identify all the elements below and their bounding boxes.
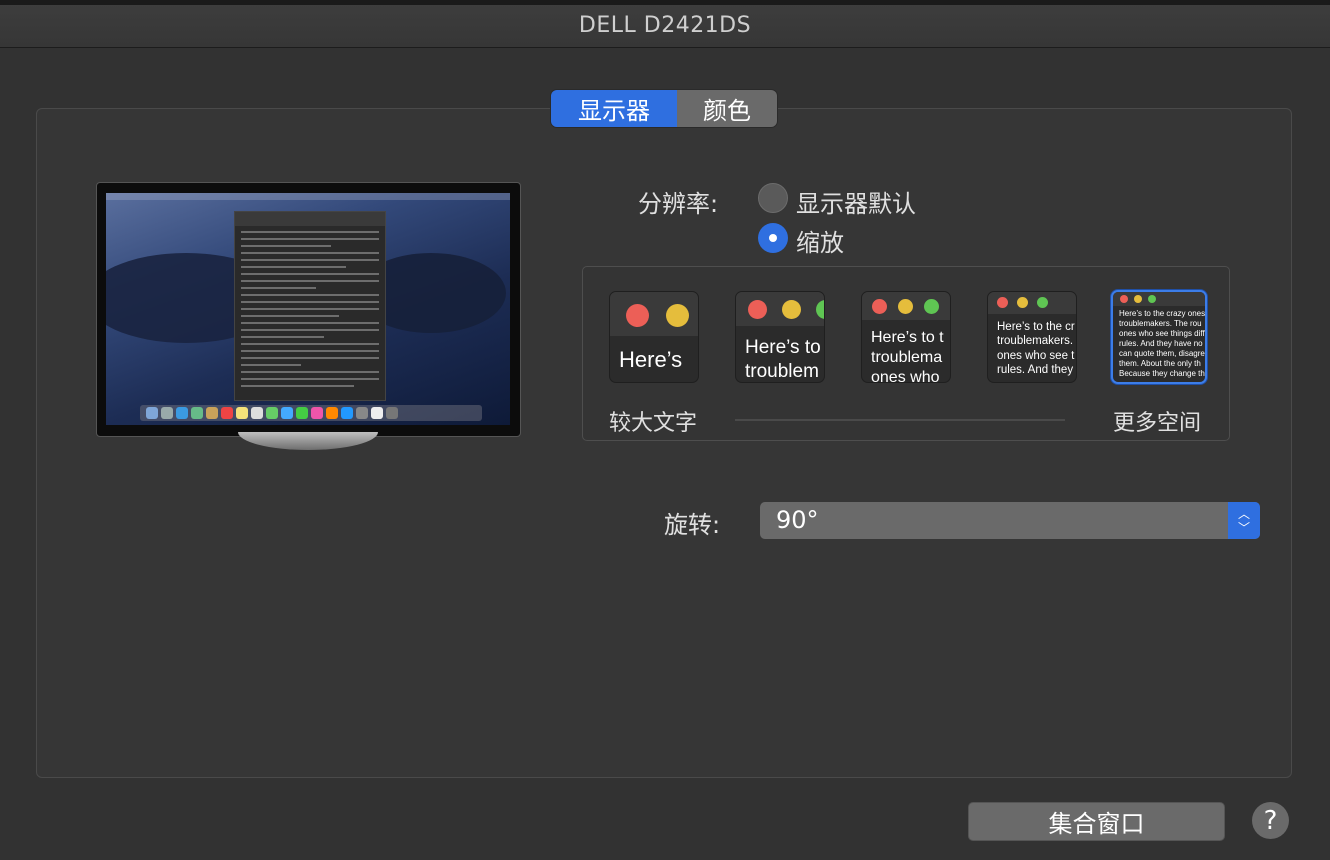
zoom-dot-icon [1148,295,1156,303]
scale-option-5-text: Here’s to the crazy ones troublemakers. … [1119,309,1206,378]
scale-option-3-text: Here’s to t troublema ones who [871,329,944,383]
monitor-screen-image [106,193,510,425]
resolution-label: 分辨率: [638,190,719,218]
radio-scaled[interactable] [758,223,788,253]
tab-control: 显示器 颜色 [551,90,777,127]
larger-text-label: 较大文字 [609,411,698,436]
zoom-dot-icon [924,299,939,314]
gather-windows-button[interactable]: 集合窗口 [968,802,1225,841]
window-title: DELL D2421DS [578,13,752,38]
close-dot-icon [626,304,649,327]
preview-document-window [234,211,386,401]
rotation-label: 旋转: [664,511,721,539]
scale-option-4-text: Here’s to the cr troublemakers. ones who… [997,321,1075,377]
minimize-dot-icon [782,300,801,319]
close-dot-icon [1120,295,1128,303]
help-button[interactable]: ? [1252,802,1289,839]
scale-option-2[interactable]: Here’s to troublem [735,291,825,383]
minimize-dot-icon [666,304,689,327]
chevron-down-icon: ﹀ [1237,520,1250,535]
scale-option-2-text: Here’s to troublem [745,337,821,382]
radio-scaled-label[interactable]: 缩放 [796,223,844,258]
scale-option-3[interactable]: Here’s to t troublema ones who [861,291,951,383]
scale-option-5[interactable]: Here’s to the crazy ones troublemakers. … [1111,290,1207,384]
zoom-dot-icon [1037,297,1048,308]
minimize-dot-icon [898,299,913,314]
preview-menubar [106,193,510,200]
rotation-value: 90° [776,506,819,534]
close-dot-icon [997,297,1008,308]
scale-option-4[interactable]: Here’s to the cr troublemakers. ones who… [987,291,1077,383]
chevron-up-icon: ︿ [1237,506,1250,521]
rotation-select[interactable]: 90° ︿ ﹀ [760,502,1260,539]
zoom-dot-icon [816,300,824,319]
close-dot-icon [872,299,887,314]
minimize-dot-icon [1134,295,1142,303]
scale-option-1-text: Here’s [619,347,683,372]
preview-dock [140,405,482,421]
minimize-dot-icon [1017,297,1028,308]
radio-default-for-display[interactable] [758,183,788,213]
close-dot-icon [748,300,767,319]
radio-default-label[interactable]: 显示器默认 [796,184,916,219]
monitor-preview [96,182,521,437]
scale-track [735,419,1065,421]
more-space-label: 更多空间 [1113,411,1202,436]
tab-color[interactable]: 颜色 [677,90,777,127]
select-stepper[interactable]: ︿ ﹀ [1228,502,1260,539]
scale-option-1[interactable]: Here’s [609,291,699,383]
tab-display[interactable]: 显示器 [551,90,677,127]
title-bar: DELL D2421DS [0,5,1330,48]
